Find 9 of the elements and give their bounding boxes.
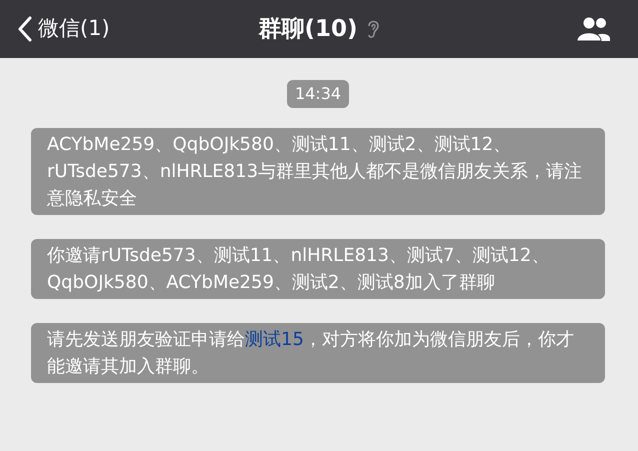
back-button[interactable]: 微信(1) [0,0,110,58]
group-members-button[interactable] [576,16,612,42]
timestamp: 14:34 [286,80,350,108]
back-icon [18,16,32,42]
system-message: ACYbMe259、QqbOJk580、测试11、测试2、测试12、rUTsde573、nlHRLE813与群里其他人都不是微信朋友关系，请注意隐私安全 [31,128,605,215]
chat-title: 群聊(10) [258,14,358,44]
system-message: 你邀请rUTsde573、测试11、nlHRLE813、测试7、测试12、QqbOJk580、ACYbMe259、测试2、测试8加入了群聊 [31,239,605,299]
system-message: 请先发送朋友验证申请给测试15，对方将你加为微信朋友后，你才能邀请其加入群聊。 [31,323,605,383]
people-icon [576,16,612,42]
